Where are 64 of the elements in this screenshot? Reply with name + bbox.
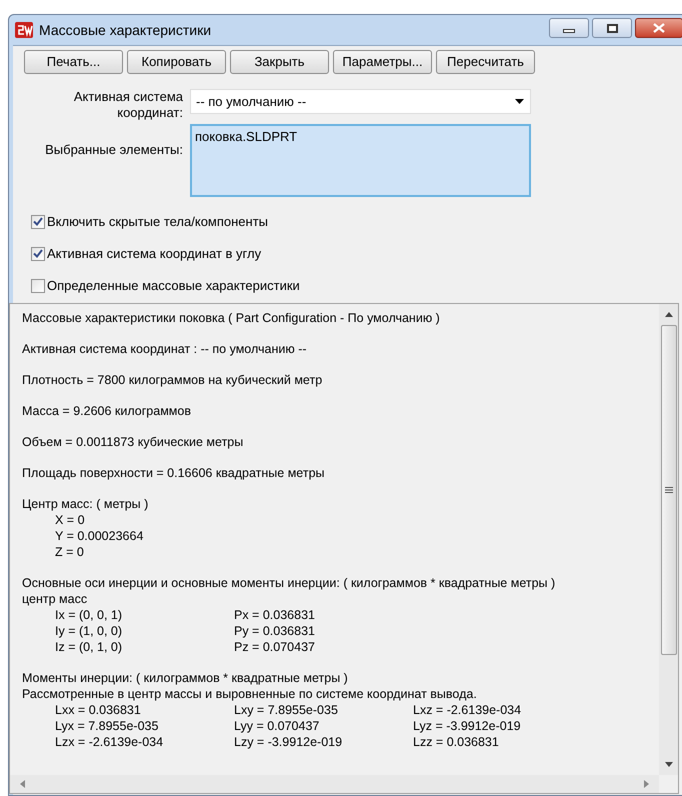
checkbox-label: Определенные массовые характеристики xyxy=(47,276,300,295)
scroll-down-icon[interactable] xyxy=(664,762,672,767)
report-value: Y = 0.00023664 xyxy=(55,529,144,543)
report-value: Ix = (0, 0, 1) xyxy=(55,608,122,622)
report-line: Масса = 9.2606 килограммов xyxy=(22,403,191,419)
toolbar-button[interactable]: Закрыть xyxy=(230,50,329,74)
report-line: Рассмотренные в центр массы и выровненные по системе координат вывода. xyxy=(22,686,477,702)
report-value: Lzx = -2.6139e-034 xyxy=(55,735,164,749)
report-line: Основные оси инерции и основные моменты инерции: ( килограммов * квадратные метры ) xyxy=(22,575,556,591)
toolbar-button[interactable]: Копировать xyxy=(127,50,226,74)
coord-system-label: Активная система координат: xyxy=(74,89,183,120)
report-value: Z = 0 xyxy=(55,545,84,559)
report-value: Py = 0.036831 xyxy=(234,624,315,638)
minimize-icon xyxy=(563,28,575,32)
checkbox-label: Включить скрытые тела/компоненты xyxy=(47,212,268,231)
coord-system-dropdown[interactable]: -- по умолчанию -- xyxy=(190,89,531,114)
minimize-button[interactable] xyxy=(549,18,589,38)
checkmark-icon xyxy=(33,249,43,258)
report-value: Lyx = 7.8955e-035 xyxy=(55,719,158,733)
dropdown-caret-icon xyxy=(515,99,524,104)
maximize-button[interactable] xyxy=(592,18,632,38)
checkbox[interactable] xyxy=(31,246,45,260)
maximize-icon xyxy=(606,24,618,32)
report-value: Iz = (0, 1, 0) xyxy=(55,640,122,654)
report-value: Lxx = 0.036831 xyxy=(55,703,141,717)
scroll-left-icon[interactable] xyxy=(20,780,25,788)
report-value: Lzy = -3.9912e-019 xyxy=(234,735,342,749)
report-value: X = 0 xyxy=(55,513,85,527)
scroll-up-icon[interactable] xyxy=(664,312,672,317)
checkbox-label: Активная система координат в углу xyxy=(47,244,262,263)
toolbar-button[interactable]: Пересчитать xyxy=(436,50,535,74)
report-value: Px = 0.036831 xyxy=(234,608,315,622)
report-line: Объем = 0.0011873 кубические метры xyxy=(22,434,244,450)
checkmark-icon xyxy=(33,217,43,226)
report-line: Моменты инерции: ( килограммов * квадратные метры ) xyxy=(22,670,348,686)
report-line: Центр масс: ( метры ) xyxy=(22,496,148,512)
vertical-scrollbar[interactable] xyxy=(659,304,678,775)
report-value: Pz = 0.070437 xyxy=(234,640,315,654)
close-icon xyxy=(653,23,665,33)
list-item[interactable]: поковка.SLDPRT xyxy=(195,127,298,146)
report-value: Lyz = -3.9912e-019 xyxy=(413,719,521,733)
report-value: Lxy = 7.8955e-035 xyxy=(234,703,338,717)
checkbox[interactable] xyxy=(31,278,45,292)
grip-icon xyxy=(664,487,672,493)
report-value: Lyy = 0.070437 xyxy=(234,719,320,733)
report-value: Lzz = 0.036831 xyxy=(413,735,499,749)
checkbox[interactable] xyxy=(31,214,45,228)
app-logo-icon xyxy=(15,22,33,38)
scrollbar-thumb[interactable] xyxy=(660,325,676,655)
toolbar-button[interactable]: Параметры... xyxy=(333,50,432,74)
report-value: Iy = (1, 0, 0) xyxy=(55,624,122,638)
horizontal-scrollbar[interactable] xyxy=(10,775,659,793)
report-line: центр масс xyxy=(22,591,88,607)
scroll-right-icon[interactable] xyxy=(644,780,649,788)
window-title: Массовые характеристики xyxy=(39,20,212,40)
close-button[interactable] xyxy=(635,18,682,38)
selected-items-list[interactable]: поковка.SLDPRT xyxy=(190,124,531,197)
report-line: Площадь поверхности = 0.16606 квадратные метры xyxy=(22,465,325,481)
selected-items-label: Выбранные элементы: xyxy=(45,142,183,157)
report-line: Массовые характеристики поковка ( Part Configuration - По умолчанию ) xyxy=(22,310,440,326)
report-line: Плотность = 7800 килограммов на кубический метр xyxy=(22,372,322,388)
toolbar-button[interactable]: Печать... xyxy=(24,50,123,74)
report-value: Lxz = -2.6139e-034 xyxy=(413,703,522,717)
report-line: Активная система координат : -- по умолчанию -- xyxy=(22,341,307,357)
